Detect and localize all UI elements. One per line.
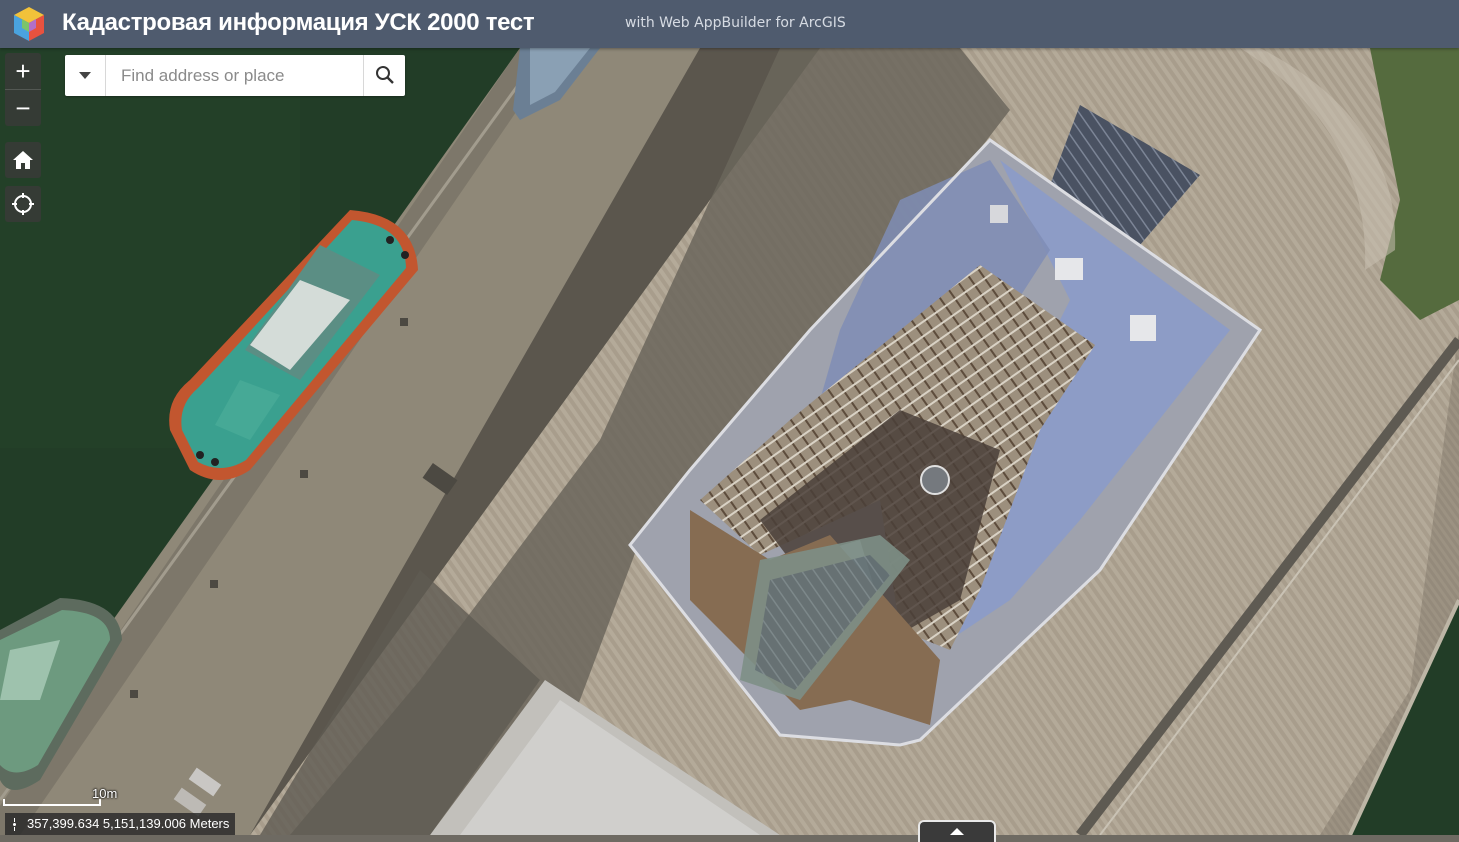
coordinate-text: 357,399.634 5,151,139.006 Meters <box>27 816 230 831</box>
chevron-up-icon <box>950 828 964 835</box>
scale-label: 10m <box>92 786 118 801</box>
zoom-out-button[interactable]: − <box>5 89 41 126</box>
coordinate-readout: 357,399.634 5,151,139.006 Meters <box>5 813 236 835</box>
home-icon <box>13 151 33 169</box>
search-icon <box>376 66 394 84</box>
attribution-toggle-button[interactable] <box>918 820 996 842</box>
caret-down-icon <box>79 72 91 79</box>
search-source-dropdown[interactable] <box>65 55 106 96</box>
scale-line <box>3 799 101 806</box>
app-logo-icon <box>14 7 44 41</box>
app-header: Кадастровая информация УСК 2000 тест wit… <box>0 0 1459 48</box>
locate-icon <box>12 193 34 215</box>
zoom-controls: + − <box>5 53 41 126</box>
app-title: Кадастровая информация УСК 2000 тест <box>62 9 535 36</box>
zoom-in-button[interactable]: + <box>5 53 41 89</box>
home-button[interactable] <box>5 142 41 178</box>
scale-bar: 10m <box>0 785 130 807</box>
my-location-button[interactable] <box>5 186 41 222</box>
map-view[interactable] <box>0 48 1459 835</box>
search-input[interactable] <box>106 55 362 96</box>
search-button[interactable] <box>363 55 406 96</box>
satellite-imagery <box>0 48 1459 835</box>
search-widget <box>65 55 405 96</box>
app-subtitle: with Web AppBuilder for ArcGIS <box>625 15 846 31</box>
coordinate-toggle-icon[interactable] <box>5 813 23 835</box>
